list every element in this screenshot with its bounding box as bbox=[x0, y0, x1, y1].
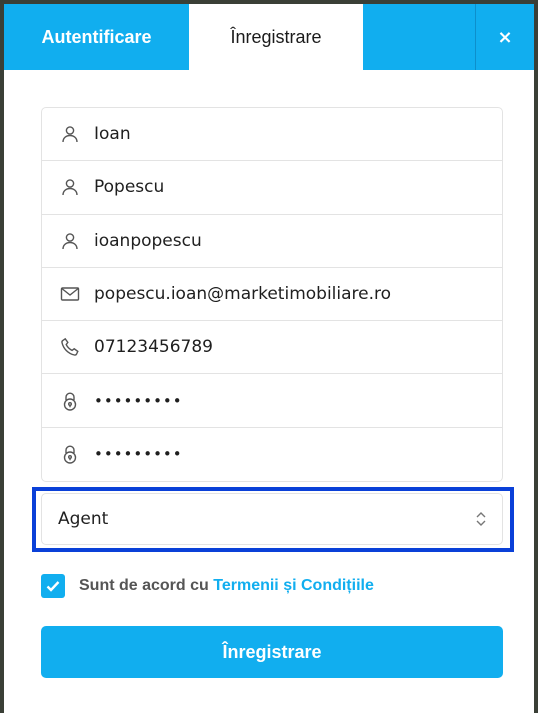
chevron-up-down-icon bbox=[476, 512, 486, 526]
phone-icon bbox=[60, 337, 80, 357]
email-row bbox=[42, 267, 502, 322]
tab-login[interactable]: Autentificare bbox=[4, 4, 189, 70]
password-field[interactable] bbox=[94, 374, 502, 427]
last-name-row bbox=[42, 161, 502, 215]
terms-prefix: Sunt de acord cu bbox=[79, 577, 209, 594]
terms-checkbox[interactable] bbox=[41, 574, 65, 598]
first-name-row bbox=[42, 108, 502, 162]
terms-text: Sunt de acord cu Termenii și Condițiile bbox=[79, 577, 374, 595]
phone-row bbox=[42, 321, 502, 375]
confirm-password-field[interactable] bbox=[94, 427, 502, 482]
confirm-password-row bbox=[42, 427, 502, 482]
register-fields-group bbox=[41, 107, 503, 483]
user-icon bbox=[60, 124, 80, 144]
tab-register[interactable]: Înregistrare bbox=[189, 4, 363, 70]
register-modal: Autentificare Înregistrare × Ioan Popesc… bbox=[4, 4, 534, 713]
close-button[interactable]: × bbox=[475, 4, 534, 70]
terms-row: Sunt de acord cu Termenii și Condițiile bbox=[41, 574, 374, 598]
envelope-icon bbox=[60, 284, 80, 304]
email-field[interactable] bbox=[94, 267, 502, 321]
user-icon bbox=[60, 177, 80, 197]
lock-icon bbox=[60, 444, 80, 465]
tabs-spacer bbox=[363, 4, 475, 70]
account-type-value: Agent bbox=[58, 509, 109, 529]
auth-tabs: Autentificare Înregistrare × bbox=[4, 4, 534, 70]
password-row bbox=[42, 374, 502, 428]
close-icon: × bbox=[497, 26, 513, 48]
username-field[interactable] bbox=[94, 214, 502, 267]
terms-link[interactable]: Termenii și Condițiile bbox=[213, 577, 374, 594]
register-submit-button[interactable]: Înregistrare bbox=[41, 626, 503, 678]
account-type-select[interactable]: Agent bbox=[41, 493, 503, 545]
username-row bbox=[42, 214, 502, 268]
lock-icon bbox=[60, 391, 80, 411]
checkmark-icon bbox=[46, 581, 60, 592]
phone-field[interactable] bbox=[94, 321, 502, 374]
first-name-field[interactable] bbox=[94, 108, 502, 161]
last-name-field[interactable] bbox=[94, 161, 502, 214]
user-icon bbox=[60, 231, 80, 251]
